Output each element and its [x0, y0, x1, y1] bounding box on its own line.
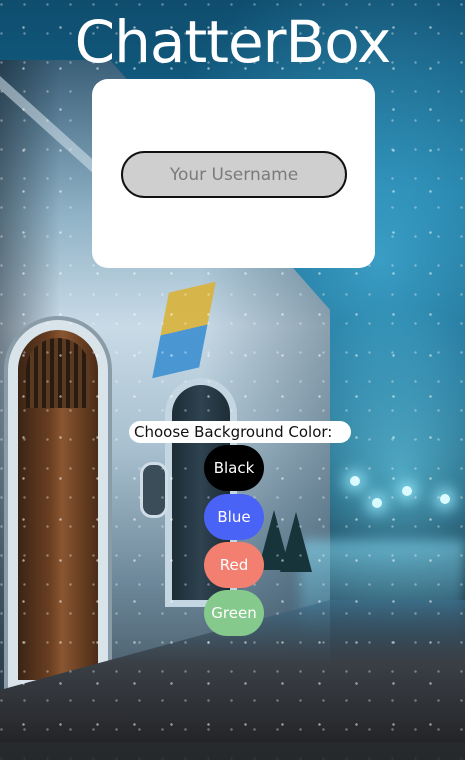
username-input[interactable]	[121, 151, 347, 198]
app-title: ChatterBox	[74, 8, 392, 76]
red-color-button[interactable]: Red	[204, 542, 264, 588]
bottom-bar	[0, 742, 465, 760]
green-color-button[interactable]: Green	[204, 590, 264, 636]
background-color-label: Choose Background Color:	[129, 421, 351, 443]
blue-color-button[interactable]: Blue	[204, 494, 264, 540]
black-color-button[interactable]: Black	[204, 445, 264, 491]
